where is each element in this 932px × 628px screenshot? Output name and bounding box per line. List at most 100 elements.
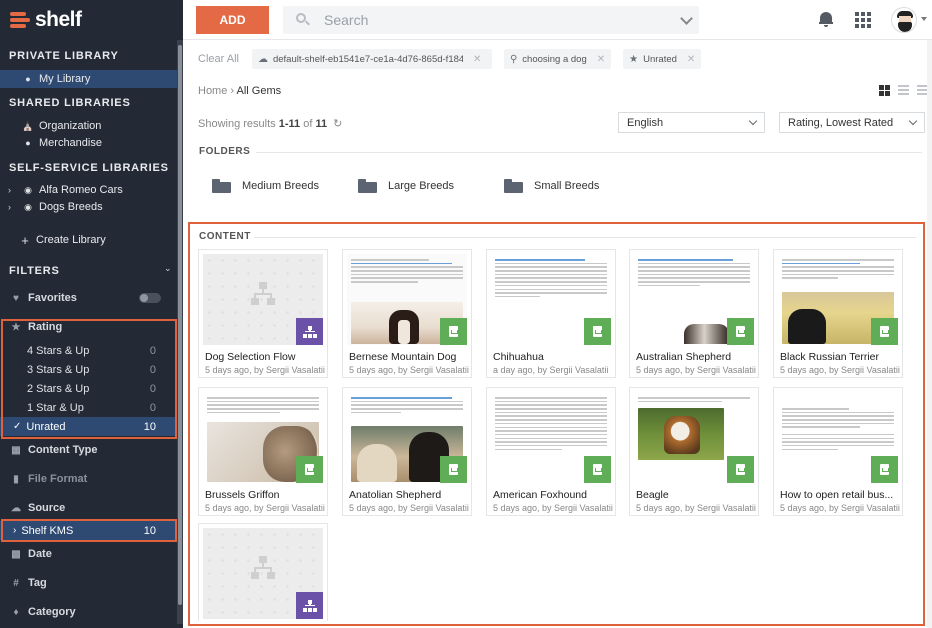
chevron-right-icon[interactable]: ›: [8, 202, 11, 212]
chip-label: choosing a dog: [522, 53, 587, 65]
sidebar: shelf PRIVATE LIBRARY ● My Library SHARE…: [0, 0, 183, 628]
search-bar[interactable]: Search: [283, 6, 699, 34]
search-icon: ⚲: [509, 53, 518, 65]
create-library-button[interactable]: + Create Library: [0, 231, 177, 249]
card-meta: 5 days ago, by Sergii Vasalatii: [780, 365, 900, 375]
hashtag-icon: #: [13, 577, 19, 589]
caret-down-icon[interactable]: [921, 17, 927, 21]
building-icon: ⛪: [22, 120, 34, 131]
close-icon[interactable]: ✕: [473, 54, 481, 65]
content-card[interactable]: Dog Selection Flow 5 days ago, by Sergii…: [198, 249, 328, 378]
card-title[interactable]: American Foxhound: [493, 489, 613, 501]
content-card[interactable]: Black Russian Terrier 5 days ago, by Ser…: [773, 249, 903, 378]
chip-label: default-shelf-eb1541e7-ce1a-4d76-865d-f1…: [272, 53, 463, 65]
content-card[interactable]: [198, 523, 328, 621]
folder-label: Small Breeds: [534, 180, 600, 192]
card-title[interactable]: Bernese Mountain Dog: [349, 351, 469, 363]
filter-category[interactable]: ♦ Category: [0, 603, 177, 621]
apps-grid-icon[interactable]: [855, 12, 871, 28]
close-icon[interactable]: ✕: [597, 54, 605, 65]
filter-chip-library[interactable]: ☁ default-shelf-eb1541e7-ce1a-4d76-865d-…: [251, 49, 492, 69]
document-type-icon: [871, 456, 898, 483]
refresh-icon[interactable]: ↻: [333, 118, 342, 130]
search-input[interactable]: Search: [324, 12, 368, 28]
results-prefix: Showing results: [198, 118, 279, 130]
folder-small-breeds[interactable]: Small Breeds: [504, 179, 599, 193]
folders-divider: [256, 152, 922, 153]
filter-label: Date: [28, 548, 52, 560]
cloud-icon: ☁: [11, 502, 21, 514]
list-view-icon[interactable]: [898, 85, 909, 96]
app-logo[interactable]: shelf: [10, 8, 82, 32]
card-title[interactable]: Chihuahua: [493, 351, 613, 363]
document-type-icon: [440, 318, 467, 345]
sidebar-item-organization[interactable]: ⛪ Organization: [0, 117, 177, 135]
sidebar-item-dogs-breeds[interactable]: › ◉ Dogs Breeds: [0, 198, 177, 216]
card-meta: 5 days ago, by Sergii Vasalatii: [636, 365, 756, 375]
card-title[interactable]: Australian Shepherd: [636, 351, 756, 363]
results-range: 1-11: [278, 118, 301, 130]
document-type-icon: [584, 456, 611, 483]
filter-source[interactable]: ☁ Source: [0, 499, 177, 517]
content-card[interactable]: How to open retail bus... 5 days ago, by…: [773, 387, 903, 516]
filter-chip-query[interactable]: ⚲ choosing a dog ✕: [503, 49, 612, 69]
globe-icon: ◉: [24, 201, 32, 212]
document-icon: ▦: [11, 444, 21, 456]
bell-icon[interactable]: [819, 11, 833, 27]
folder-large-breeds[interactable]: Large Breeds: [358, 179, 454, 193]
sidebar-scrollbar[interactable]: [177, 40, 183, 624]
sidebar-item-label: Organization: [39, 120, 102, 132]
filter-label: File Format: [28, 473, 88, 485]
calendar-icon: ▩: [11, 548, 21, 560]
card-title[interactable]: Anatolian Shepherd: [349, 489, 469, 501]
favorites-toggle[interactable]: [139, 293, 161, 303]
language-select[interactable]: English: [618, 112, 765, 133]
sidebar-item-label: My Library: [39, 73, 91, 85]
card-meta: 5 days ago, by Sergii Vasalatii: [205, 365, 325, 375]
card-meta: 5 days ago, by Sergii Vasalatii: [349, 365, 469, 375]
add-button[interactable]: ADD: [196, 6, 269, 34]
grid-view-icon[interactable]: [879, 85, 890, 96]
breadcrumb-separator: ›: [230, 85, 235, 97]
sort-select[interactable]: Rating, Lowest Rated: [779, 112, 925, 133]
flow-type-icon: [296, 318, 323, 345]
content-card[interactable]: Bernese Mountain Dog 5 days ago, by Serg…: [342, 249, 472, 378]
filter-date[interactable]: ▩ Date: [0, 545, 177, 563]
content-card[interactable]: Brussels Griffon 5 days ago, by Sergii V…: [198, 387, 328, 516]
sidebar-item-my-library[interactable]: ● My Library: [0, 70, 177, 88]
filter-label: Favorites: [28, 292, 77, 304]
filter-content-type[interactable]: ▦ Content Type: [0, 441, 177, 459]
clear-all-link[interactable]: Clear All: [198, 53, 239, 65]
filter-favorites[interactable]: ♥ Favorites: [0, 289, 177, 307]
folder-icon: [504, 179, 523, 193]
shelf-logo-icon: [10, 10, 30, 30]
filter-tag[interactable]: # Tag: [0, 574, 177, 592]
content-card[interactable]: American Foxhound 5 days ago, by Sergii …: [486, 387, 616, 516]
language-select-value: English: [627, 116, 664, 129]
card-title[interactable]: Black Russian Terrier: [780, 351, 900, 363]
chevron-down-icon[interactable]: [680, 12, 693, 25]
content-card[interactable]: Australian Shepherd 5 days ago, by Sergi…: [629, 249, 759, 378]
card-title[interactable]: How to open retail bus...: [780, 489, 900, 501]
card-title[interactable]: Brussels Griffon: [205, 489, 325, 501]
main-scrollbar[interactable]: [927, 40, 932, 628]
sidebar-item-merchandise[interactable]: ● Merchandise: [0, 134, 177, 152]
filter-label: Content Type: [28, 444, 98, 456]
chevron-down-icon[interactable]: ⌄: [164, 263, 172, 274]
folder-label: Medium Breeds: [242, 180, 320, 192]
card-meta: 5 days ago, by Sergii Vasalatii: [780, 503, 900, 513]
avatar[interactable]: [891, 7, 917, 33]
breadcrumb-home[interactable]: Home: [198, 85, 227, 97]
chevron-right-icon[interactable]: ›: [8, 185, 11, 195]
content-card[interactable]: Chihuahua a day ago, by Sergii Vasalatii: [486, 249, 616, 378]
self-service-heading: SELF-SERVICE LIBRARIES: [9, 162, 169, 174]
folder-medium-breeds[interactable]: Medium Breeds: [212, 179, 319, 193]
content-card[interactable]: Beagle 5 days ago, by Sergii Vasalatii: [629, 387, 759, 516]
chevron-down-icon: [908, 116, 918, 126]
sidebar-item-alfa-romeo-cars[interactable]: › ◉ Alfa Romeo Cars: [0, 181, 177, 199]
content-card[interactable]: Anatolian Shepherd 5 days ago, by Sergii…: [342, 387, 472, 516]
filter-chip-rating[interactable]: ★ Unrated ✕: [623, 49, 702, 69]
card-title[interactable]: Beagle: [636, 489, 756, 501]
close-icon[interactable]: ✕: [687, 54, 695, 65]
card-title[interactable]: Dog Selection Flow: [205, 351, 325, 363]
